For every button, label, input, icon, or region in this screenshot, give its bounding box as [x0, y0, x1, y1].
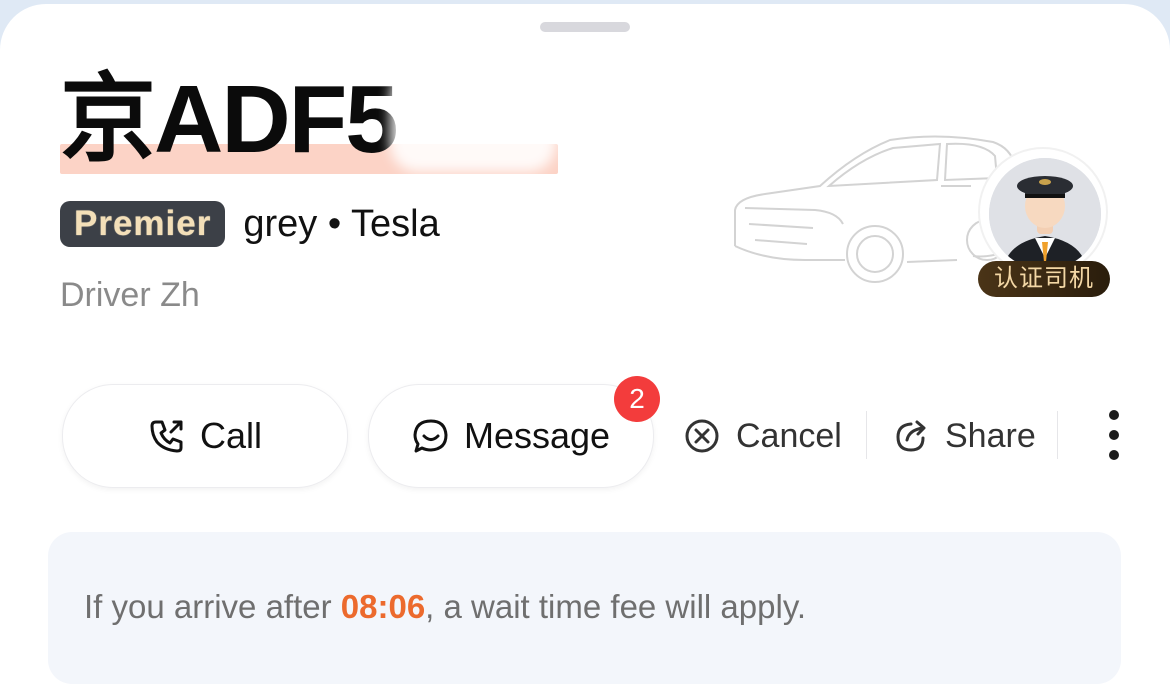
unread-count-badge: 2	[614, 376, 660, 422]
phone-call-icon	[150, 420, 183, 453]
share-arrow-icon	[896, 420, 926, 452]
share-button[interactable]: Share	[893, 408, 1036, 464]
message-label: Message	[463, 415, 611, 456]
cancel-button[interactable]: Cancel	[684, 408, 842, 464]
tier-badge: Premier	[60, 201, 226, 247]
cancel-label: Cancel	[736, 416, 842, 455]
chat-bubble-icon	[413, 419, 448, 453]
message-button[interactable]: Message	[368, 384, 654, 488]
drag-handle[interactable]	[540, 22, 630, 32]
action-divider	[866, 411, 867, 459]
notice-time: 08:06	[340, 588, 426, 625]
wait-fee-notice: If you arrive after 08:06, a wait time f…	[48, 532, 1121, 684]
license-plate: 京ADF5	[60, 66, 399, 173]
avatar-ring	[980, 149, 1106, 275]
license-plate-block: 京ADF5	[60, 62, 560, 178]
more-dot	[1109, 410, 1119, 420]
share-label: Share	[945, 416, 1036, 455]
cancel-circle-icon	[685, 419, 719, 453]
more-options-icon[interactable]	[1100, 406, 1130, 464]
driver-avatar-block[interactable]: 认证司机	[978, 147, 1112, 299]
call-button[interactable]: Call	[62, 384, 348, 488]
action-divider	[1057, 411, 1058, 459]
driver-name: Driver Zh	[60, 276, 200, 314]
chauffeur-avatar-icon	[989, 158, 1101, 270]
trip-info-sheet: 京ADF5 Premier grey • Tesla Driver Zh 认证司…	[0, 4, 1170, 699]
certified-driver-badge: 认证司机	[978, 261, 1110, 297]
call-label: Call	[199, 415, 262, 456]
vehicle-description: grey • Tesla	[243, 202, 440, 245]
notice-text: If you arrive after 08:06, a wait time f…	[84, 588, 806, 626]
notice-text-before: If you arrive after	[84, 588, 341, 625]
plate-redaction-blur	[390, 68, 556, 172]
notice-text-after: , a wait time fee will apply.	[425, 588, 807, 625]
vehicle-subline: Premier grey • Tesla	[60, 200, 440, 248]
more-dot	[1109, 430, 1119, 440]
more-dot	[1109, 450, 1119, 460]
driver-avatar	[989, 158, 1101, 270]
